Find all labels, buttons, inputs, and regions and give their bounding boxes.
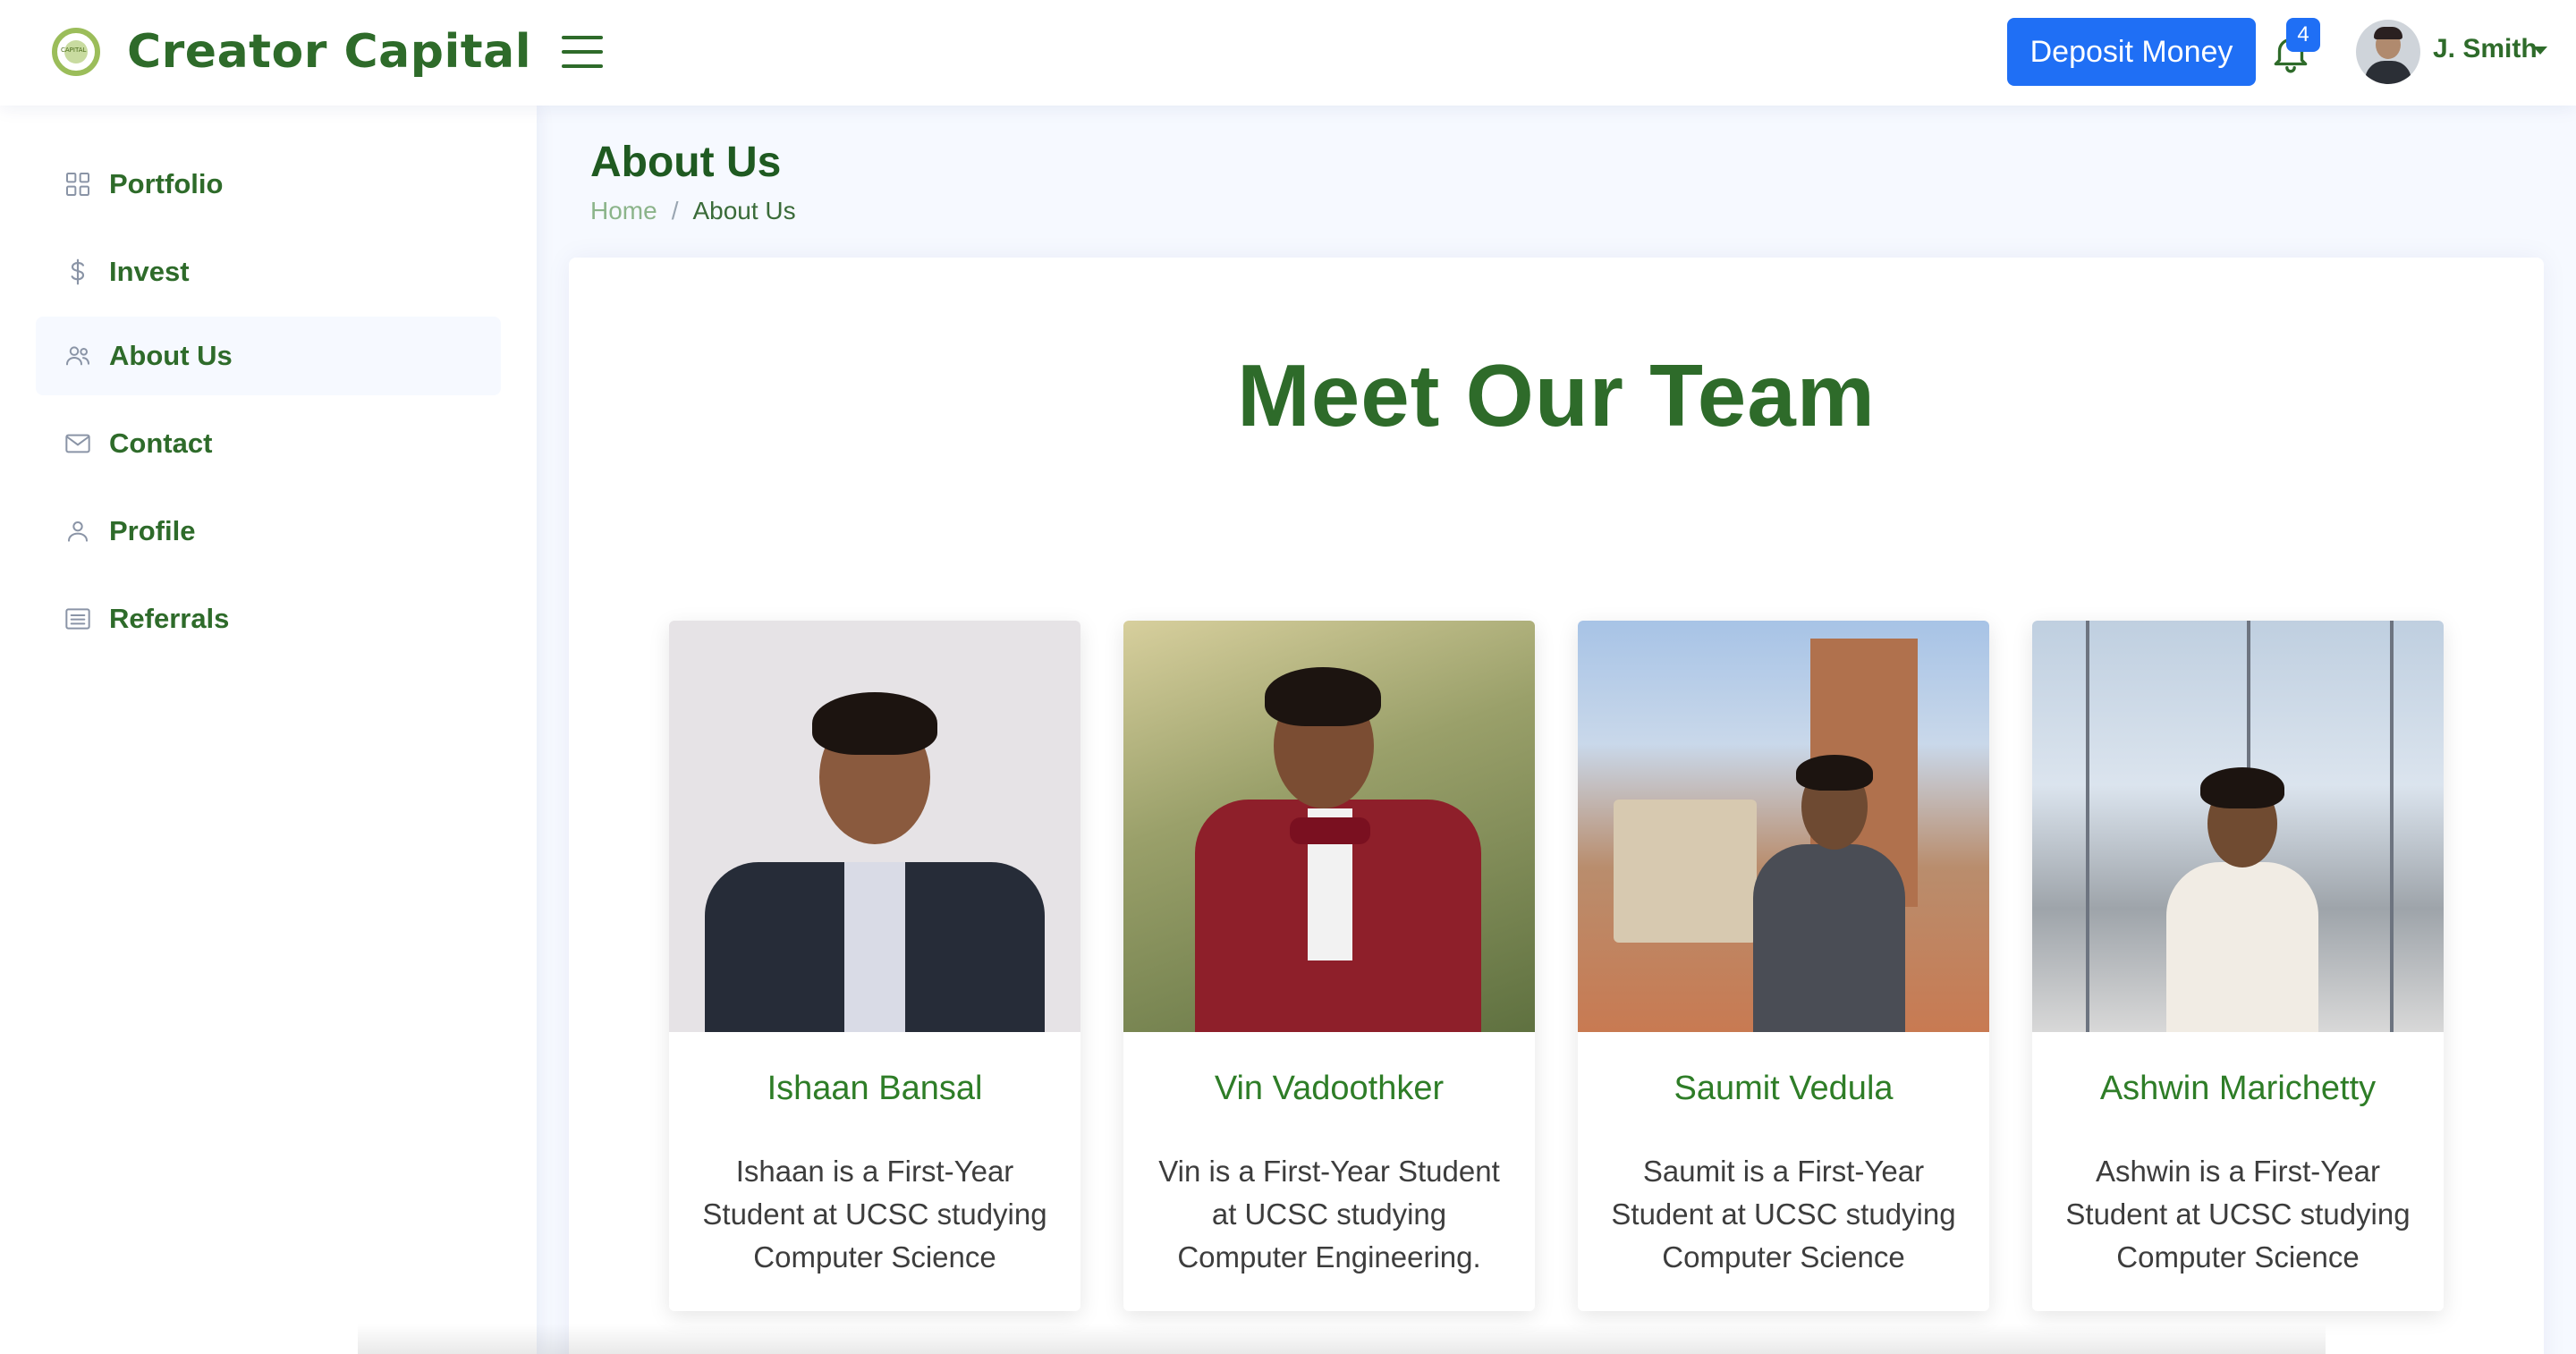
people-icon bbox=[63, 341, 93, 371]
bottom-fade bbox=[358, 1324, 2326, 1354]
member-description: Ashwin is a First-Year Student at UCSC s… bbox=[2065, 1155, 2411, 1274]
list-icon bbox=[63, 604, 93, 634]
team-member-card: Vin Vadoothker Vin is a First-Year Stude… bbox=[1123, 621, 1535, 1311]
team-member-card: Ishaan Bansal Ishaan is a First-Year Stu… bbox=[669, 621, 1080, 1311]
user-avatar[interactable] bbox=[2356, 20, 2420, 84]
caret-down-icon[interactable] bbox=[2533, 47, 2547, 55]
team-heading: Meet Our Team bbox=[1237, 346, 1876, 444]
team-member-card: Saumit Vedula Saumit is a First-Year Stu… bbox=[1578, 621, 1989, 1311]
dollar-icon bbox=[63, 257, 93, 287]
top-header: CAPITAL Creator Capital Deposit Money 4 … bbox=[0, 0, 2576, 106]
member-name: Ashwin Marichetty bbox=[2099, 1070, 2377, 1107]
member-photo bbox=[669, 621, 1080, 1032]
sidebar-item-portfolio[interactable]: Portfolio bbox=[36, 145, 501, 224]
brand-name: Creator Capital bbox=[127, 25, 532, 79]
menu-toggle-icon[interactable] bbox=[562, 36, 603, 68]
member-photo bbox=[2032, 621, 2444, 1032]
sidebar-item-label: Invest bbox=[109, 256, 190, 287]
sidebar-item-profile[interactable]: Profile bbox=[36, 492, 501, 571]
breadcrumb-home-link[interactable]: Home bbox=[590, 197, 657, 225]
member-description: Saumit is a First-Year Student at UCSC s… bbox=[1611, 1155, 1956, 1274]
sidebar-item-label: Portfolio bbox=[109, 168, 224, 199]
sidebar-item-label: Referrals bbox=[109, 603, 230, 634]
breadcrumb-current: About Us bbox=[692, 197, 796, 224]
member-name: Vin Vadoothker bbox=[1214, 1070, 1445, 1107]
sidebar-item-invest[interactable]: Invest bbox=[36, 233, 501, 311]
sidebar-item-label: About Us bbox=[109, 340, 233, 371]
member-photo bbox=[1578, 621, 1989, 1032]
team-member-card: Ashwin Marichetty Ashwin is a First-Year… bbox=[2032, 621, 2444, 1311]
sidebar-item-label: Profile bbox=[109, 515, 196, 546]
breadcrumb: Home / About Us bbox=[590, 197, 796, 225]
breadcrumb-separator: / bbox=[671, 197, 679, 224]
sidebar-item-about-us[interactable]: About Us bbox=[36, 317, 501, 395]
user-name-dropdown[interactable]: J. Smith bbox=[2433, 34, 2538, 64]
sidebar: Portfolio Invest About Us Contact Profil… bbox=[0, 106, 537, 1354]
member-photo bbox=[1123, 621, 1535, 1032]
member-description: Ishaan is a First-Year Student at UCSC s… bbox=[702, 1155, 1047, 1274]
member-description: Vin is a First-Year Student at UCSC stud… bbox=[1158, 1155, 1500, 1274]
member-name: Ishaan Bansal bbox=[767, 1070, 983, 1107]
sidebar-item-referrals[interactable]: Referrals bbox=[36, 580, 501, 658]
person-icon bbox=[63, 516, 93, 546]
sidebar-item-label: Contact bbox=[109, 427, 213, 459]
envelope-icon bbox=[63, 428, 93, 459]
sidebar-item-contact[interactable]: Contact bbox=[36, 404, 501, 483]
notifications-badge: 4 bbox=[2286, 18, 2320, 52]
member-name: Saumit Vedula bbox=[1674, 1070, 1894, 1107]
brand-logo-link[interactable]: CAPITAL Creator Capital bbox=[52, 23, 531, 80]
team-section-card: Meet Our Team Ishaan Bansal Ishaan is a … bbox=[569, 258, 2544, 1354]
grid-icon bbox=[63, 169, 93, 199]
page-title: About Us bbox=[590, 139, 782, 186]
logo-icon: CAPITAL bbox=[52, 28, 100, 76]
deposit-money-button[interactable]: Deposit Money bbox=[2007, 18, 2256, 86]
